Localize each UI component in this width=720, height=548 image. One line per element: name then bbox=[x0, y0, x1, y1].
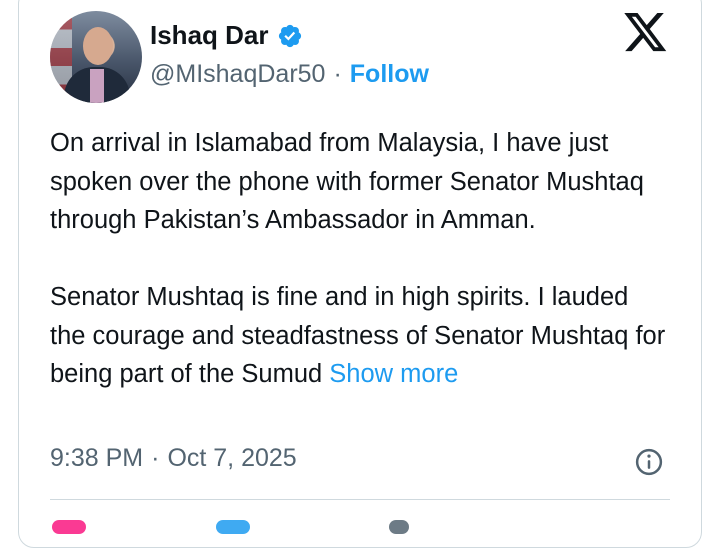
action-divider bbox=[50, 499, 670, 500]
handle-separator: · bbox=[333, 60, 342, 88]
heart-icon[interactable] bbox=[52, 520, 86, 534]
copy-link-icon[interactable] bbox=[389, 520, 409, 534]
post-paragraph-1: On arrival in Islamabad from Malaysia, I… bbox=[50, 129, 644, 234]
author-avatar[interactable] bbox=[50, 11, 142, 103]
author-name-row: Ishaq Dar bbox=[150, 20, 303, 51]
post-timestamp[interactable]: 9:38 PM · Oct 7, 2025 bbox=[50, 444, 297, 473]
avatar-tie bbox=[90, 69, 104, 103]
timestamp-separator: · bbox=[151, 444, 160, 472]
author-handle-row: @MIshaqDar50 · Follow bbox=[150, 60, 429, 89]
verified-badge-icon bbox=[278, 24, 301, 47]
post-time: 9:38 PM bbox=[50, 444, 144, 472]
info-icon[interactable] bbox=[634, 447, 664, 477]
reply-icon[interactable] bbox=[216, 520, 250, 534]
author-name[interactable]: Ishaq Dar bbox=[150, 20, 269, 51]
post-date: Oct 7, 2025 bbox=[167, 444, 297, 472]
post-paragraph-2: Senator Mushtaq is fine and in high spir… bbox=[50, 278, 670, 394]
post-text: On arrival in Islamabad from Malaysia, I… bbox=[50, 124, 670, 394]
author-handle[interactable]: @MIshaqDar50 bbox=[150, 60, 325, 89]
follow-button[interactable]: Follow bbox=[350, 60, 429, 89]
show-more-link[interactable]: Show more bbox=[329, 360, 458, 388]
x-logo-icon[interactable] bbox=[624, 13, 668, 53]
avatar-face bbox=[83, 27, 113, 65]
